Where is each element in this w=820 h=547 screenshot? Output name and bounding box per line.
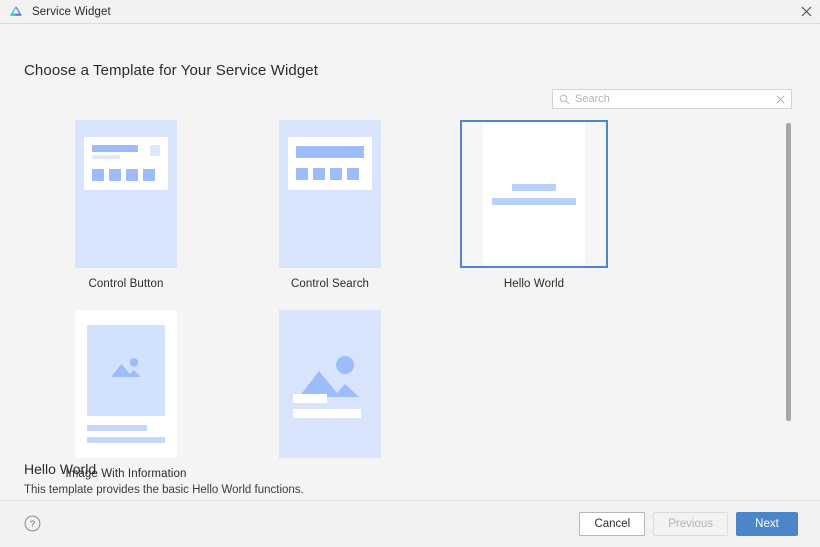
hello-world-thumb [483, 122, 585, 266]
template-card-image-with-information[interactable]: Image With Information [24, 310, 228, 480]
dialog-footer: ? Cancel Previous Next [0, 500, 820, 547]
thumb-button-square [126, 169, 138, 181]
thumb-info-bar-long [87, 437, 165, 443]
template-card-control-button[interactable]: Control Button [24, 120, 228, 290]
template-grid: Control Button Control Search Hello Worl… [24, 120, 789, 500]
help-question-icon[interactable]: ? [24, 515, 41, 532]
thumb-panel [288, 137, 372, 190]
control-button-thumb [75, 120, 177, 268]
thumb-search-bar [296, 146, 364, 158]
template-card-hello-world[interactable]: Hello World [432, 120, 636, 290]
page-title: Choose a Template for Your Service Widge… [24, 62, 318, 79]
deveco-triangle-logo-icon [8, 4, 24, 20]
search-box[interactable] [552, 89, 792, 109]
template-card-control-search[interactable]: Control Search [228, 120, 432, 290]
thumb-button-square [330, 168, 342, 180]
search-icon [559, 94, 570, 105]
template-thumb-wrap [52, 310, 200, 458]
image-with-information-thumb [75, 310, 177, 458]
template-card-label: Hello World [503, 278, 565, 290]
thumb-button-row [296, 168, 364, 180]
image-mountain-icon [109, 355, 143, 386]
template-thumb-wrap [52, 120, 200, 268]
previous-button: Previous [653, 512, 728, 536]
template-thumb-wrap-selected [460, 120, 608, 268]
template-card-image-large[interactable] [228, 310, 432, 480]
thumb-info-bar-short [293, 394, 327, 403]
thumb-button-square [313, 168, 325, 180]
dialog-body: Choose a Template for Your Service Widge… [0, 24, 820, 501]
thumb-button-square [143, 169, 155, 181]
selected-template-description: This template provides the basic Hello W… [24, 484, 304, 496]
template-grid-area: Control Button Control Search Hello Worl… [24, 120, 789, 480]
thumb-row-top [92, 145, 160, 159]
thumb-bars-group [92, 145, 138, 159]
thumb-button-row [92, 169, 160, 181]
thumb-text-bar-short [512, 183, 556, 191]
thumb-image-placeholder [87, 325, 165, 416]
close-icon[interactable] [796, 2, 816, 20]
thumb-button-square [92, 169, 104, 181]
template-card-label: Control Button [88, 278, 164, 290]
image-large-thumb [279, 310, 381, 458]
control-search-thumb [279, 120, 381, 268]
thumb-bar-secondary [92, 155, 120, 159]
thumb-button-square [347, 168, 359, 180]
clear-x-icon[interactable] [776, 94, 785, 104]
thumb-square-light [150, 145, 160, 156]
grid-scrollbar-thumb[interactable] [786, 123, 791, 421]
search-input[interactable] [575, 91, 772, 107]
template-thumb-wrap [256, 120, 404, 268]
next-button[interactable]: Next [736, 512, 798, 536]
thumb-info-bar-long [293, 409, 361, 418]
thumb-text-bar-long [492, 197, 576, 205]
thumb-panel [84, 137, 168, 190]
template-thumb-wrap [256, 310, 404, 458]
thumb-info-bar-short [87, 425, 147, 431]
footer-button-row: Cancel Previous Next [579, 512, 798, 536]
cancel-button[interactable]: Cancel [579, 512, 646, 536]
grid-scrollbar[interactable] [785, 123, 792, 423]
thumb-bar-primary [92, 145, 138, 152]
thumb-panel [80, 317, 172, 451]
thumb-info-bars [293, 394, 367, 418]
window-title: Service Widget [32, 5, 111, 18]
thumb-button-square [109, 169, 121, 181]
svg-text:?: ? [30, 519, 35, 530]
template-card-label: Control Search [290, 278, 370, 290]
thumb-button-square [296, 168, 308, 180]
selected-template-name: Hello World [24, 461, 97, 477]
title-bar: Service Widget [0, 0, 820, 24]
